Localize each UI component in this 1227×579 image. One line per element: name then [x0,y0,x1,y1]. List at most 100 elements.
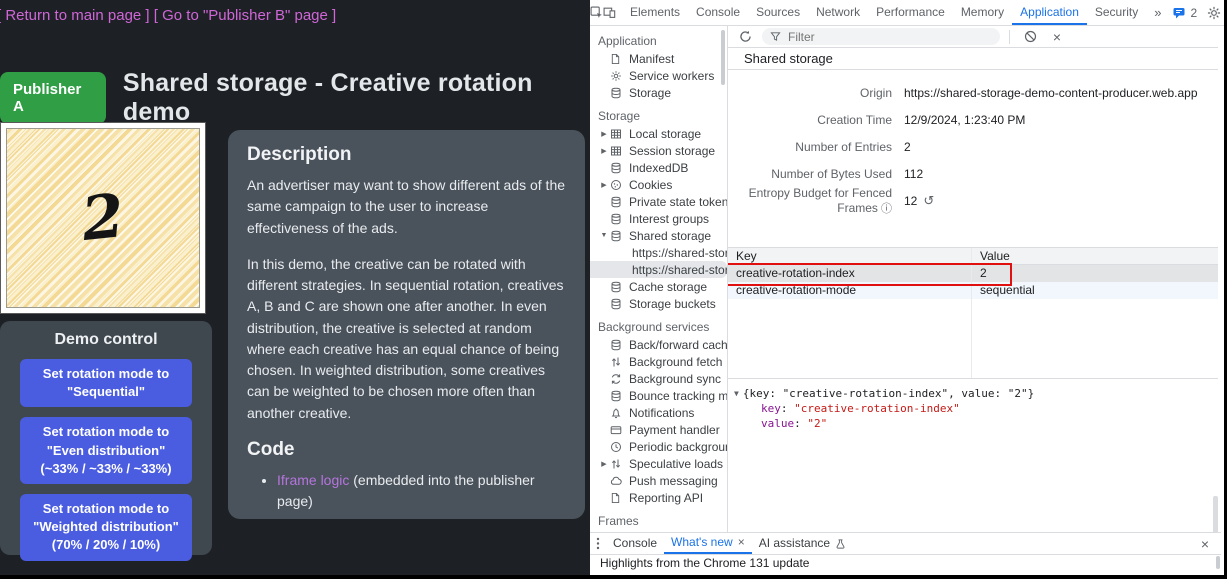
chevron-right-icon[interactable]: ▶ [598,460,610,468]
tab-application[interactable]: Application [1012,0,1087,25]
sidebar-item-https-shared-storage-[interactable]: https://shared-storage… [590,261,727,278]
column-header-key: Key [728,248,971,264]
tab-sources[interactable]: Sources [748,0,808,25]
chevron-right-icon[interactable]: ▶ [598,181,610,189]
meta-label-text: Origin [860,86,892,100]
tab-elements[interactable]: Elements [622,0,688,25]
tab-memory[interactable]: Memory [953,0,1012,25]
sidebar-item-periodic-backgroun-[interactable]: Periodic backgroun… [590,438,727,455]
set-rotation-mode-button-1[interactable]: Set rotation mode to "Sequential" [20,359,192,407]
close-drawer-icon[interactable]: × [1195,536,1215,552]
sidebar-item-speculative-loads[interactable]: ▶Speculative loads [590,455,727,472]
sidebar-item-storage[interactable]: Storage [590,84,727,101]
sidebar-section-application: Application [590,33,727,50]
return-main-link[interactable]: Return to main page [5,7,141,24]
sidebar-item-background-fetch[interactable]: Background fetch [590,353,727,370]
sidebar-item-manifest[interactable]: Manifest [590,50,727,67]
set-rotation-mode-button-2[interactable]: Set rotation mode to "Even distribution"… [20,417,192,484]
tab-security[interactable]: Security [1087,0,1146,25]
meta-label-text: Entropy Budget for Fenced Frames [749,186,892,215]
drawer-tab-what-s-new[interactable]: What's new× [664,533,752,554]
table-row[interactable]: creative-rotation-index2 [728,265,1218,282]
demo-control-panel: Demo control Set rotation mode to "Seque… [0,321,212,555]
refresh-icon[interactable] [734,26,756,49]
property-name: key [761,402,781,415]
settings-gear-icon[interactable] [1203,0,1225,25]
device-toolbar-icon[interactable] [603,0,616,25]
sidebar-item-storage-buckets[interactable]: Storage buckets [590,295,727,312]
code-list-item: Iframe logic (embedded into the publishe… [277,470,566,512]
db-icon [610,281,624,293]
table-header: Key Value [728,248,1218,265]
close-tab-icon[interactable]: × [738,532,745,553]
close-panel-icon[interactable]: × [1047,29,1067,45]
sidebar-item-notifications[interactable]: Notifications [590,404,727,421]
tab-network[interactable]: Network [808,0,868,25]
meta-label: Number of Bytes Used [728,167,892,181]
meta-label-text: Number of Entries [795,140,892,154]
drawer-scrollbar[interactable] [1216,556,1220,569]
sidebar-item-private-state-tokens[interactable]: Private state tokens [590,193,727,210]
issues-bubble-icon [1173,7,1186,19]
inspect-element-icon[interactable] [590,0,603,25]
sidebar-item-local-storage[interactable]: ▶Local storage [590,125,727,142]
panel-scrollbar[interactable] [1213,496,1218,537]
code-list: Iframe logic (embedded into the publishe… [247,470,566,519]
set-rotation-mode-button-3[interactable]: Set rotation mode to "Weighted distribut… [20,494,192,561]
sidebar-item-back-forward-cache[interactable]: Back/forward cache [590,336,727,353]
column-header-value: Value [971,248,1218,264]
drawer-menu-dots-icon[interactable] [590,531,606,556]
filter-input[interactable] [786,29,960,45]
issues-button[interactable]: 2 [1169,6,1201,20]
cell-key: creative-rotation-index [728,265,971,282]
page-header: Publisher A Shared storage - Creative ro… [0,69,590,127]
creative-ad: 2 [6,128,200,308]
sidebar-scrollbar[interactable] [721,30,725,85]
db-icon [610,213,624,225]
property-name: value [761,417,794,430]
meta-value: 12↺ [904,194,934,208]
filter-funnel-icon [770,31,781,42]
sidebar-item-shared-storage[interactable]: ▼Shared storage [590,227,727,244]
drawer-tab-label: What's new [671,532,733,553]
sidebar-item-background-sync[interactable]: Background sync [590,370,727,387]
tab-performance[interactable]: Performance [868,0,953,25]
meta-label: Creation Time [728,113,892,127]
drawer-tab-ai-assistance[interactable]: AI assistance [752,533,853,554]
sidebar-item-cookies[interactable]: ▶ Cookies [590,176,727,193]
sidebar-item-label: Cookies [629,178,672,192]
property-colon: : [781,402,794,415]
db-icon [610,162,624,174]
reset-budget-icon[interactable]: ↺ [923,194,934,207]
meta-value-text: 2 [904,140,911,154]
sidebar-item-interest-groups[interactable]: Interest groups [590,210,727,227]
sidebar-item-push-messaging[interactable]: Push messaging [590,472,727,489]
table-row[interactable]: creative-rotation-modesequential [728,282,1218,299]
clear-storage-icon[interactable] [1019,26,1041,49]
publisher-badge: Publisher A [0,72,106,124]
chevron-right-icon[interactable]: ▶ [598,130,610,138]
code-link-2[interactable]: Worklet [277,516,324,519]
sidebar-item-indexeddb[interactable]: IndexedDB [590,159,727,176]
sidebar-item-payment-handler[interactable]: Payment handler [590,421,727,438]
tab-console[interactable]: Console [688,0,748,25]
sidebar-item-https-shared-storage-[interactable]: https://shared-storage… [590,244,727,261]
info-icon[interactable]: ⓘ [878,203,892,215]
disclosure-triangle-icon[interactable]: ▼ [734,386,739,401]
meta-value-text: https://shared-storage-demo-content-prod… [904,86,1198,100]
cookie-icon [610,179,624,191]
sidebar-item-reporting-api[interactable]: Reporting API [590,489,727,506]
metadata-list: Origin https://shared-storage-demo-conten… [728,79,1218,214]
sidebar-item-bounce-tracking-miti-[interactable]: Bounce tracking miti… [590,387,727,404]
code-link-1[interactable]: Iframe logic [277,472,349,488]
chevron-right-icon[interactable]: ▶ [598,147,610,155]
sidebar-item-service-workers[interactable]: Service workers [590,67,727,84]
drawer-tab-console[interactable]: Console [606,533,664,554]
sidebar-item-label: Periodic backgroun… [629,440,728,454]
sidebar-item-session-storage[interactable]: ▶Session storage [590,142,727,159]
sidebar-item-cache-storage[interactable]: Cache storage [590,278,727,295]
more-tabs-button[interactable]: » [1146,0,1169,25]
column-divider [971,248,972,379]
publisher-b-link[interactable]: Go to "Publisher B" page [162,7,328,24]
chevron-down-icon[interactable]: ▼ [598,232,610,239]
